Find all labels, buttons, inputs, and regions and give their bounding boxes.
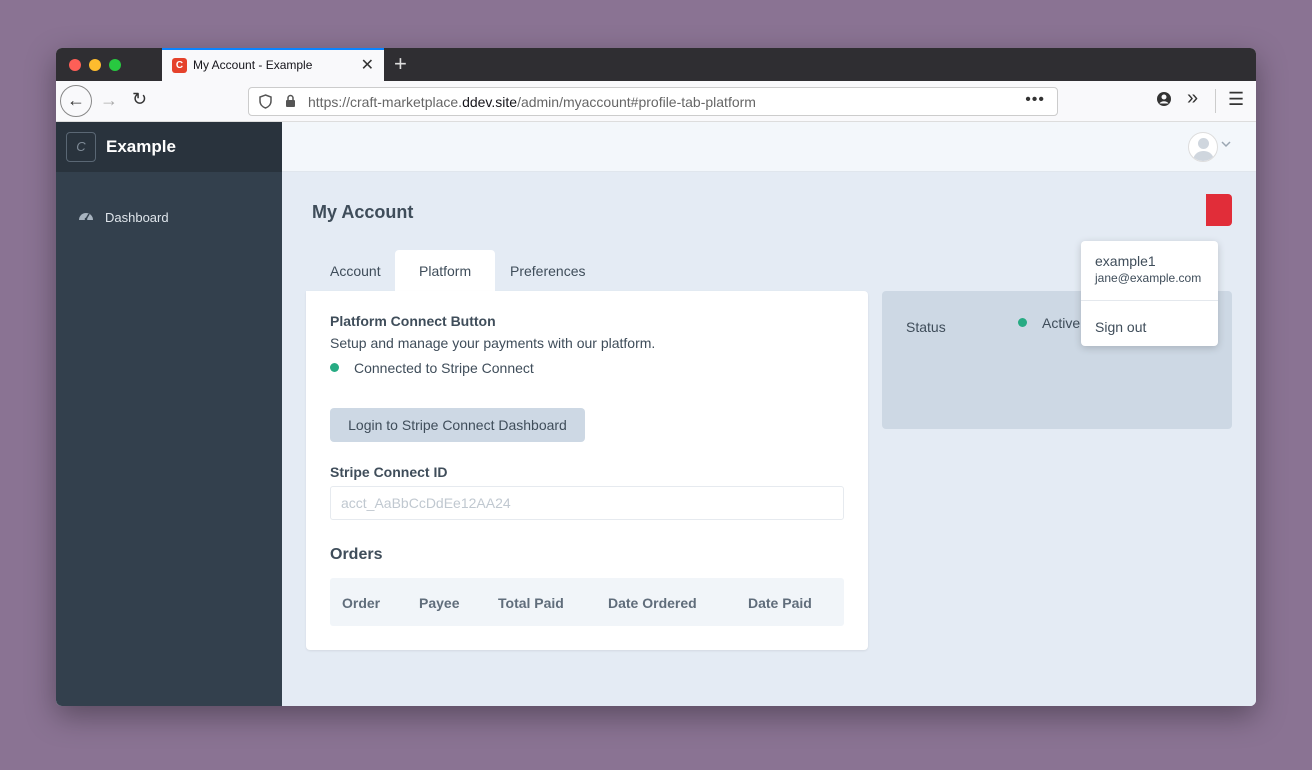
column-date-paid[interactable]: Date Paid [748,595,812,611]
shield-icon[interactable] [259,94,272,112]
sign-out-link[interactable]: Sign out [1095,319,1146,335]
avatar-body [1193,151,1214,161]
overflow-menu-icon[interactable]: » [1187,87,1198,110]
top-bar [282,122,1256,172]
back-arrow-icon[interactable]: ← [60,85,92,117]
craft-favicon-icon: C [172,58,187,73]
active-status-dot [1018,318,1027,327]
orders-heading: Orders [330,546,383,563]
column-order[interactable]: Order [342,595,380,611]
status-value: Active [1042,315,1081,331]
stripe-id-label: Stripe Connect ID [330,464,448,480]
sidebar-header: C Example [56,122,282,172]
hamburger-menu-icon[interactable]: ☰ [1228,89,1244,110]
close-tab-icon[interactable]: ✕ [361,55,374,75]
chevron-down-icon[interactable] [1221,137,1231,151]
stripe-dashboard-button[interactable]: Login to Stripe Connect Dashboard [330,408,585,442]
browser-tab-bar: C My Account - Example ✕ + [56,48,1256,81]
sidebar-item-label: Dashboard [105,210,169,225]
toolbar-divider [1215,89,1216,113]
new-tab-button[interactable]: + [394,51,407,77]
site-name[interactable]: Example [106,137,176,157]
dropdown-username: example1 [1095,253,1156,269]
browser-tab-active[interactable]: C My Account - Example ✕ [162,48,384,81]
stripe-id-input[interactable]: acct_AaBbCcDdEe12AA24 [330,486,844,520]
user-dropdown-menu: example1 jane@example.com Sign out [1081,241,1218,346]
tab-title: My Account - Example [193,58,313,72]
column-payee[interactable]: Payee [419,595,459,611]
app-content: C Example Dashboard My Account Account P… [56,122,1256,706]
tab-account[interactable]: Account [306,250,405,292]
url-text[interactable]: https://craft-marketplace.ddev.site/admi… [308,94,756,110]
sidebar-item-dashboard[interactable]: Dashboard [78,208,258,228]
forward-arrow-icon[interactable]: → [100,90,118,111]
tab-platform[interactable]: Platform [395,250,496,292]
account-icon[interactable] [1156,91,1172,112]
page-title: My Account [312,202,414,222]
connected-status-dot [330,363,339,372]
browser-window: C My Account - Example ✕ + ← → ↻ https:/… [56,48,1256,706]
dashboard-gauge-icon [78,208,94,225]
primary-action-button[interactable] [1206,194,1232,226]
site-logo[interactable]: C [66,132,96,162]
connected-status-text: Connected to Stripe Connect [354,360,534,376]
avatar-head [1198,138,1209,149]
reload-icon[interactable]: ↻ [132,89,147,110]
platform-connect-heading: Platform Connect Button [330,313,496,329]
orders-table-header: Order Payee Total Paid Date Ordered Date… [330,578,844,626]
address-bar[interactable]: https://craft-marketplace.ddev.site/admi… [248,87,1058,116]
minimize-window-button[interactable] [89,59,101,71]
platform-description: Setup and manage your payments with our … [330,335,656,351]
dropdown-divider [1081,300,1218,301]
maximize-window-button[interactable] [109,59,121,71]
column-total-paid[interactable]: Total Paid [498,595,564,611]
close-window-button[interactable] [69,59,81,71]
column-date-ordered[interactable]: Date Ordered [608,595,697,611]
user-avatar[interactable] [1188,132,1218,162]
status-label: Status [906,319,946,335]
page-actions-icon[interactable]: ••• [1025,91,1045,109]
browser-nav-bar: ← → ↻ https://craft-marketplace.ddev.sit… [56,81,1256,122]
tab-preferences[interactable]: Preferences [486,250,609,292]
dropdown-email: jane@example.com [1095,271,1202,285]
sidebar: C Example Dashboard [56,122,282,706]
platform-card: Platform Connect Button Setup and manage… [306,291,868,650]
lock-icon[interactable] [285,94,296,111]
